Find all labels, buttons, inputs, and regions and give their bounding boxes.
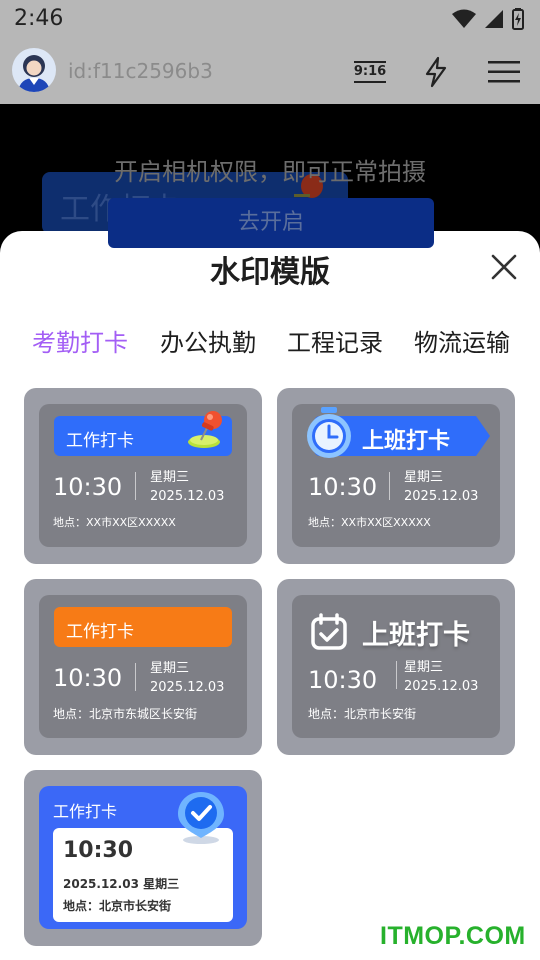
template-date: 2025.12.03 [404,679,479,694]
flash-button[interactable] [418,54,454,90]
template-time: 10:30 [53,664,123,692]
template-header: 工作打卡 [54,607,232,647]
divider [135,663,136,691]
menu-button[interactable] [486,54,522,90]
template-time: 10:30 [63,838,134,863]
template-weekday: 星期三 [150,470,190,485]
app-top-bar: id:f11c2596b3 9:16 [0,40,540,104]
template-time: 10:30 [53,473,123,501]
category-tabs: 考勤打卡 办公执勤 工程记录 物流运输 [0,323,540,363]
site-watermark: ITMOP.COM [380,922,526,950]
template-weekday: 星期三 [404,660,444,675]
avatar[interactable] [12,48,56,92]
user-id: id:f11c2596b3 [68,59,213,83]
aspect-ratio-label: 9:16 [353,61,387,83]
pushpin-icon [188,411,222,448]
template-location: 地点：北京市东城区长安街 [53,707,198,721]
camera-preview: 工作打卡 开启相机权限，即可正常拍摄 去开启 [0,104,540,248]
template-preview: 工作打卡 10:30 星期三 2025.12.03 地点：XX市XX区XXXXX [39,404,247,547]
template-label: 上班打卡 [362,429,451,454]
template-label: 上班打卡 [362,620,470,651]
divider [135,472,136,500]
divider [396,661,397,689]
enable-camera-button[interactable]: 去开启 [108,198,434,248]
template-preview: 上班打卡 10:30 星期三 2025.12.03 地点：XX市XX区XXXXX [292,404,500,547]
calendar-check-icon [311,613,347,650]
template-location: 地点：北京市长安街 [308,707,417,721]
template-card-1[interactable]: 工作打卡 10:30 星期三 2025.12.03 地点：XX市XX区XXXXX [24,388,262,564]
check-badge-icon [178,792,224,844]
flash-icon [425,56,447,88]
tab-attendance[interactable]: 考勤打卡 [32,323,128,358]
template-location: 地点：XX市XX区XXXXX [308,516,431,529]
wifi-icon [452,9,476,28]
close-button[interactable] [486,249,522,285]
signal-icon [485,10,503,28]
battery-icon [512,8,524,30]
close-icon [491,254,517,280]
template-weekday: 星期三 [150,661,190,676]
camera-permission-message: 开启相机权限，即可正常拍摄 [114,158,426,186]
divider [389,472,390,500]
status-time: 2:46 [14,6,64,31]
aspect-ratio-button[interactable]: 9:16 [352,54,388,90]
template-card-5[interactable]: 工作打卡 10:30 2025.12.03 星期三 地点：北京市长安街 [24,770,262,946]
template-label: 工作打卡 [66,431,134,451]
sheet-title: 水印模版 [210,255,330,290]
tab-engineering[interactable]: 工程记录 [287,323,383,358]
tab-office-duty[interactable]: 办公执勤 [160,323,256,358]
tab-logistics[interactable]: 物流运输 [414,323,510,358]
template-card-2[interactable]: 上班打卡 10:30 星期三 2025.12.03 地点：XX市XX区XXXXX [277,388,515,564]
template-date: 2025.12.03 [404,489,479,504]
status-bar: 2:46 [0,0,540,40]
template-date: 2025.12.03 星期三 [63,877,180,891]
template-preview: 工作打卡 10:30 2025.12.03 星期三 地点：北京市长安街 [39,786,247,929]
template-label: 工作打卡 [66,622,134,642]
template-label: 工作打卡 [53,802,118,821]
template-card-3[interactable]: 工作打卡 10:30 星期三 2025.12.03 地点：北京市东城区长安街 [24,579,262,755]
template-location: 地点：XX市XX区XXXXX [53,516,176,529]
watermark-template-sheet: 水印模版 考勤打卡 办公执勤 工程记录 物流运输 工作打卡 10:30 星期三 … [0,231,540,960]
template-date: 2025.12.03 [150,680,225,695]
template-time: 10:30 [308,473,378,501]
user-avatar-icon [18,55,50,92]
template-weekday: 星期三 [404,470,444,485]
template-preview: 上班打卡 10:30 星期三 2025.12.03 地点：北京市长安街 [292,595,500,738]
status-icons [452,8,524,30]
hamburger-menu-icon [488,61,520,83]
template-location: 地点：北京市长安街 [63,899,172,913]
template-card-4[interactable]: 上班打卡 10:30 星期三 2025.12.03 地点：北京市长安街 [277,579,515,755]
template-date: 2025.12.03 [150,489,225,504]
template-preview: 工作打卡 10:30 星期三 2025.12.03 地点：北京市东城区长安街 [39,595,247,738]
alarm-clock-icon [307,407,351,458]
template-time: 10:30 [308,666,378,694]
template-header: 工作打卡 [54,411,232,456]
